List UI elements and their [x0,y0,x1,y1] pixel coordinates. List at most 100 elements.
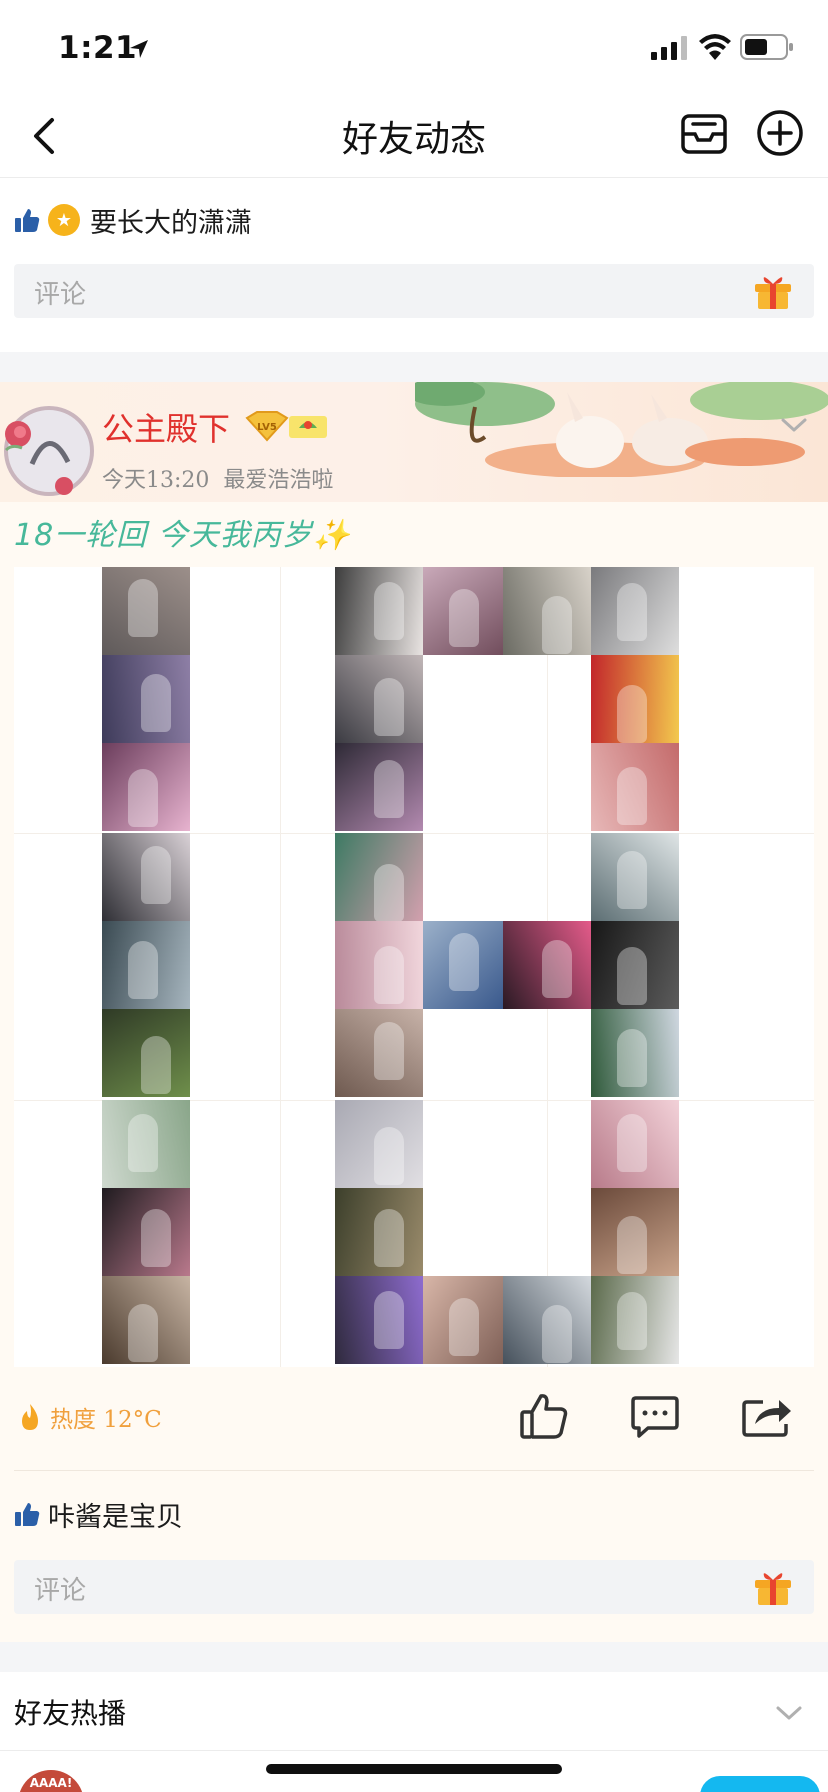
photo-tile[interactable] [503,1276,591,1364]
divider [0,1750,828,1751]
location-arrow-icon [130,40,148,58]
photo-tile[interactable] [335,1100,423,1188]
thumbs-up-icon [15,209,40,232]
header-decoration-illustration [415,382,828,477]
photo-tile[interactable] [102,655,190,743]
status-time: 1:21 [58,30,138,66]
photo-tile[interactable] [591,655,679,743]
photo-tile[interactable] [503,921,591,1009]
photo-tile[interactable] [335,1009,423,1097]
post-meta: 今天13:20 最爱浩浩啦 [102,462,333,494]
photo-subject [542,1305,572,1363]
photo-subject [542,940,572,998]
gift-icon[interactable] [752,270,794,312]
photo-tile[interactable] [591,567,679,655]
photo-tile[interactable] [335,921,423,1009]
action-pill-button[interactable] [700,1776,820,1792]
photo-subject [141,846,171,904]
feed-post: 公主殿下 LV5 今天13:20 最爱浩浩啦 18一轮回 今天我丙岁✨ 热度 1… [0,382,828,1642]
vip-level-text: LV5 [257,422,277,433]
grid-divider [280,567,281,1367]
photo-tile[interactable] [423,921,511,1009]
comment-input[interactable]: 评论 [14,1560,814,1614]
photo-tile[interactable] [591,921,679,1009]
friend-avatar[interactable]: AAAA! [18,1770,84,1792]
photo-tile[interactable] [335,567,423,655]
post-like-row: 咔酱是宝贝 [14,1494,183,1534]
photo-subject [141,674,171,732]
post-time: 今天13:20 [102,468,210,493]
photo-tile[interactable] [423,567,511,655]
photo-subject [374,678,404,736]
comment-input[interactable]: 评论 [14,264,814,318]
liker-name[interactable]: 要长大的潇潇 [90,201,252,240]
share-button[interactable] [741,1394,793,1438]
section-title[interactable]: 好友热播 [14,1692,126,1732]
like-row: ★ 要长大的潇潇 [14,200,252,240]
inbox-icon[interactable] [679,108,729,158]
photo-subject [617,767,647,825]
photo-tile[interactable] [335,655,423,743]
flame-icon [22,1404,38,1430]
photo-tile[interactable] [102,921,190,1009]
photo-subject [128,1304,158,1362]
star-badge-icon: ★ [48,204,80,236]
comment-placeholder: 评论 [34,1576,87,1606]
gift-icon[interactable] [752,1566,794,1608]
photo-tile[interactable] [591,833,679,921]
photo-subject [141,1209,171,1267]
liker-name[interactable]: 咔酱是宝贝 [48,1495,183,1534]
photo-tile[interactable] [503,567,591,655]
comment-placeholder: 评论 [34,280,87,310]
add-circle-icon[interactable] [755,108,805,158]
avatar-frame-decoration [4,406,94,496]
comment-button[interactable] [630,1395,680,1439]
photo-tile[interactable] [591,1009,679,1097]
photo-subject [617,1114,647,1172]
heat-indicator: 热度 12°C [18,1400,162,1434]
photo-tile[interactable] [591,743,679,831]
photo-subject [374,1127,404,1185]
photo-tile[interactable] [335,743,423,831]
photo-subject [617,1216,647,1274]
photo-grid[interactable] [14,567,814,1367]
photo-tile[interactable] [423,1276,511,1364]
photo-tile[interactable] [102,743,190,831]
photo-subject [617,685,647,743]
home-indicator[interactable] [266,1764,562,1774]
photo-subject [449,1298,479,1356]
photo-tile[interactable] [102,1276,190,1364]
post-source[interactable]: 最爱浩浩啦 [223,468,333,493]
photo-tile[interactable] [591,1100,679,1188]
photo-tile[interactable] [102,1188,190,1276]
photo-tile[interactable] [591,1188,679,1276]
photo-tile[interactable] [335,1276,423,1364]
photo-subject [374,582,404,640]
photo-tile[interactable] [102,567,190,655]
photo-subject [617,851,647,909]
section-gap [0,1642,828,1672]
like-button[interactable] [519,1392,569,1440]
photo-subject [128,769,158,827]
photo-tile[interactable] [335,833,423,921]
photo-tile[interactable] [102,1009,190,1097]
cellular-signal-icon [651,36,687,60]
status-bar: 1:21 [0,0,828,96]
photo-tile[interactable] [102,1100,190,1188]
vip-level-badge-icon: LV5 [245,411,327,442]
photo-subject [128,941,158,999]
photo-tile[interactable] [591,1276,679,1364]
chevron-down-icon[interactable] [780,416,808,434]
post-author-name[interactable]: 公主殿下 [102,404,230,450]
wifi-icon [699,34,731,60]
photo-subject [374,1291,404,1349]
photo-tile[interactable] [102,833,190,921]
photo-tile[interactable] [335,1188,423,1276]
photo-subject [617,1029,647,1087]
battery-icon [740,34,793,60]
post-text: 18一轮回 今天我丙岁✨ [14,518,352,553]
chevron-down-icon[interactable] [775,1704,803,1722]
photo-subject [449,589,479,647]
photo-subject [449,933,479,991]
photo-subject [128,1114,158,1172]
